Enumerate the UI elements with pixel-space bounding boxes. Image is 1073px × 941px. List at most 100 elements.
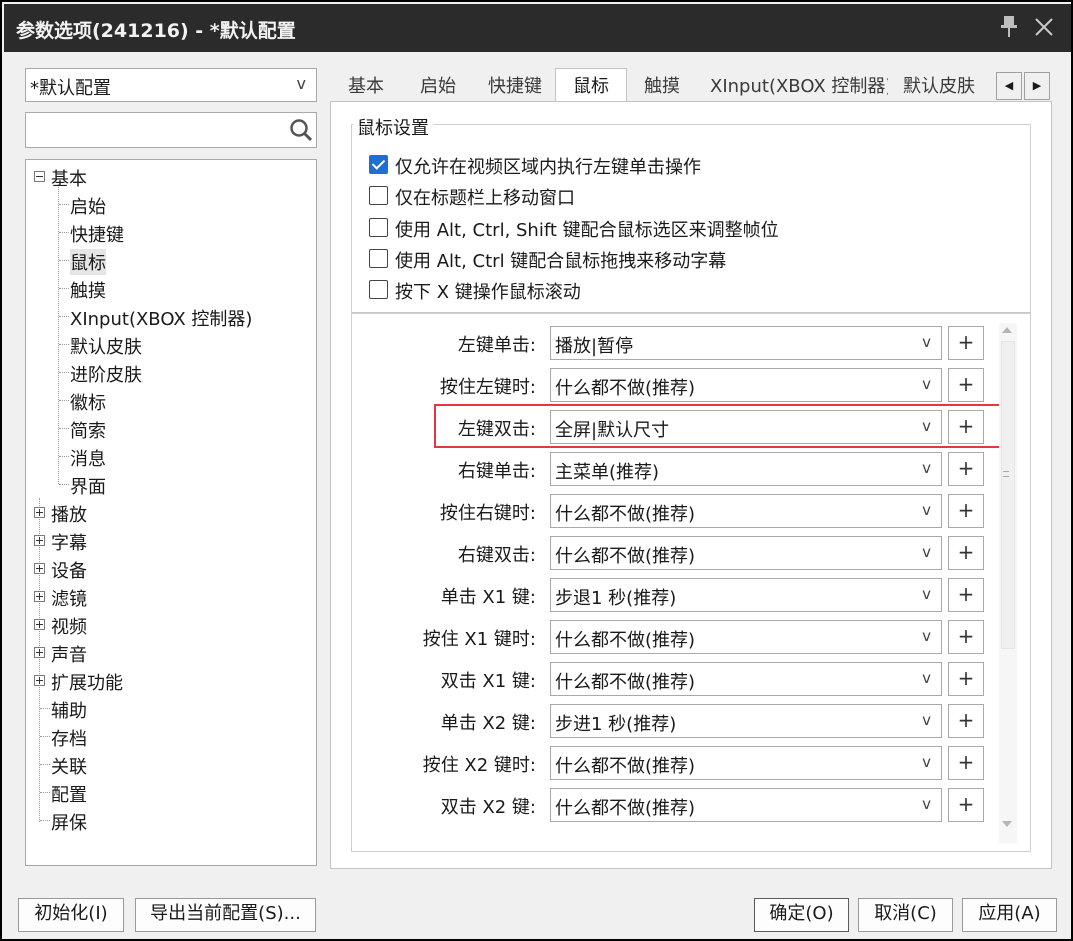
tree-branch-line — [59, 400, 69, 401]
expand-icon[interactable] — [34, 563, 45, 574]
tree-item[interactable]: 存档 — [26, 722, 314, 750]
tab-touch[interactable]: 触摸 — [644, 70, 688, 102]
tree-item[interactable]: 配置 — [26, 778, 314, 806]
tree-item[interactable]: 播放 — [26, 498, 314, 526]
scroll-up-icon[interactable] — [1002, 327, 1012, 333]
tree-branch-line — [59, 260, 69, 261]
chevron-down-icon: v — [922, 585, 931, 603]
binding-action-select[interactable]: 什么都不做(推荐) v — [550, 746, 942, 780]
tab-startup[interactable]: 启始 — [420, 70, 464, 102]
tree-branch-line — [59, 316, 69, 317]
binding-action-select[interactable]: 什么都不做(推荐) v — [550, 494, 942, 528]
tree-item[interactable]: 简索 — [26, 414, 314, 442]
binding-action-select[interactable]: 什么都不做(推荐) v — [550, 662, 942, 696]
tree-item-label: 关联 — [51, 757, 87, 778]
checkbox[interactable] — [369, 280, 388, 299]
tree-branch-line — [59, 428, 69, 429]
search-field[interactable] — [25, 112, 317, 148]
export-config-button[interactable]: 导出当前配置(S)... — [135, 898, 316, 932]
scroll-down-icon[interactable] — [1002, 821, 1012, 827]
binding-action-value: 什么都不做(推荐) — [555, 798, 696, 819]
tree-item[interactable]: 启始 — [26, 190, 314, 218]
expand-icon[interactable] — [34, 507, 45, 518]
tree-item[interactable]: 徽标 — [26, 386, 314, 414]
tree-item[interactable]: 扩展功能 — [26, 666, 314, 694]
tab-basic[interactable]: 基本 — [348, 70, 392, 102]
binding-action-select[interactable]: 什么都不做(推荐) v — [550, 788, 942, 822]
tree-item[interactable]: 消息 — [26, 442, 314, 470]
cancel-button[interactable]: 取消(C) — [858, 898, 953, 932]
tab-scroll-left-icon[interactable]: ◀ — [996, 72, 1022, 100]
tree-item[interactable]: 基本 — [26, 162, 314, 190]
reset-button[interactable]: 初始化(I) — [18, 898, 124, 932]
binding-label: 按住左键时: — [439, 377, 536, 398]
binding-action-select[interactable]: 主菜单(推荐) v — [550, 452, 942, 486]
tree-item[interactable]: 鼠标 — [26, 246, 314, 275]
tree-item-label: 鼠标 — [70, 249, 106, 275]
add-action-button[interactable]: + — [948, 578, 984, 612]
tree-item[interactable]: 进阶皮肤 — [26, 358, 314, 386]
tab-mouse[interactable]: 鼠标 — [555, 68, 627, 102]
add-action-button[interactable]: + — [948, 536, 984, 570]
expand-icon[interactable] — [34, 675, 45, 686]
expand-icon[interactable] — [34, 619, 45, 630]
close-icon[interactable] — [1029, 12, 1059, 42]
expand-icon[interactable] — [34, 647, 45, 658]
collapse-icon[interactable] — [34, 171, 45, 182]
tab-scroll-right-icon[interactable]: ▶ — [1024, 72, 1050, 100]
tree-item[interactable]: 设备 — [26, 554, 314, 582]
apply-button[interactable]: 应用(A) — [962, 898, 1057, 932]
add-action-button[interactable]: + — [948, 620, 984, 654]
binding-action-select[interactable]: 什么都不做(推荐) v — [550, 536, 942, 570]
add-action-button[interactable]: + — [948, 494, 984, 528]
add-action-button[interactable]: + — [948, 788, 984, 822]
tree-item[interactable]: 触摸 — [26, 274, 314, 302]
tab-shortcuts[interactable]: 快捷键 — [488, 70, 552, 102]
binding-action-select[interactable]: 什么都不做(推荐) v — [550, 620, 942, 654]
tree-item-label: 声音 — [51, 645, 87, 666]
add-action-button[interactable]: + — [948, 368, 984, 402]
chevron-down-icon: v — [922, 459, 931, 477]
title-bar[interactable]: 参数选项(241216) - *默认配置 — [4, 4, 1071, 52]
checkbox[interactable] — [369, 186, 388, 205]
binding-action-select[interactable]: 什么都不做(推荐) v — [550, 368, 942, 402]
binding-action-select[interactable]: 步进1 秒(推荐) v — [550, 704, 942, 738]
add-action-button[interactable]: + — [948, 746, 984, 780]
checkbox[interactable] — [369, 218, 388, 237]
binding-action-select[interactable]: 播放|暂停 v — [550, 326, 942, 360]
add-action-button[interactable]: + — [948, 704, 984, 738]
pin-icon[interactable] — [994, 12, 1024, 42]
binding-action-value: 什么都不做(推荐) — [555, 756, 696, 777]
tree-item[interactable]: 界面 — [26, 470, 314, 498]
add-action-button[interactable]: + — [948, 452, 984, 486]
search-icon[interactable] — [288, 117, 314, 143]
scroll-thumb[interactable] — [1001, 341, 1015, 649]
binding-scrollbar[interactable] — [999, 323, 1017, 843]
binding-action-select[interactable]: 步退1 秒(推荐) v — [550, 578, 942, 612]
add-action-button[interactable]: + — [948, 662, 984, 696]
tree-item[interactable]: 默认皮肤 — [26, 330, 314, 358]
tree-item[interactable]: 视频 — [26, 610, 314, 638]
tree-item[interactable]: 辅助 — [26, 694, 314, 722]
search-input[interactable] — [28, 115, 278, 145]
tree-item[interactable]: 滤镜 — [26, 582, 314, 610]
tree-item[interactable]: 字幕 — [26, 526, 314, 554]
ok-button[interactable]: 确定(O) — [754, 898, 849, 932]
tree-item[interactable]: 屏保 — [26, 806, 314, 834]
tree-item[interactable]: XInput(XBOX 控制器) — [26, 302, 314, 330]
tree-item-label: 徽标 — [70, 393, 106, 414]
profile-select[interactable]: *默认配置 v — [25, 68, 317, 102]
tab-default-skin[interactable]: 默认皮肤 — [903, 70, 991, 102]
checkbox[interactable] — [369, 249, 388, 268]
tree-item[interactable]: 声音 — [26, 638, 314, 666]
tree-item[interactable]: 关联 — [26, 750, 314, 778]
tab-xinput[interactable]: XInput(XBOX 控制器) — [710, 70, 888, 102]
expand-icon[interactable] — [34, 591, 45, 602]
tree-item-label: 播放 — [51, 505, 87, 526]
add-action-button[interactable]: + — [948, 326, 984, 360]
checkbox-checked[interactable] — [369, 155, 388, 174]
expand-icon[interactable] — [34, 535, 45, 546]
mouse-binding-row: 右键单击: 主菜单(推荐) v + — [352, 452, 1002, 486]
tree-item-label: 启始 — [70, 197, 106, 218]
tree-item[interactable]: 快捷键 — [26, 218, 314, 246]
